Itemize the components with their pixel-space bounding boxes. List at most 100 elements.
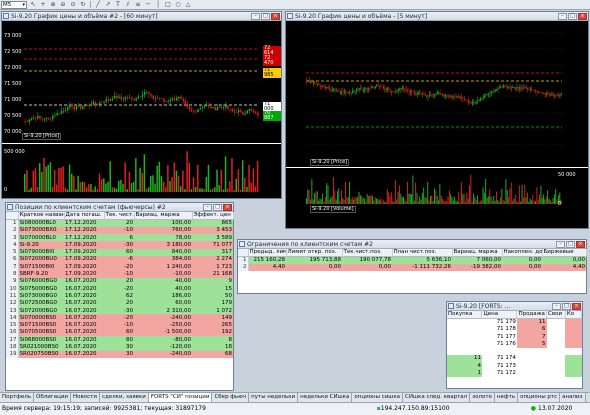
close-button[interactable]: ×: [578, 13, 587, 20]
workspace-tab[interactable]: анализ: [560, 393, 586, 402]
position-row[interactable]: 12 Si072500BG0 16.07.2020 20 60,00 179: [6, 299, 233, 308]
window-title[interactable]: Позиции по клиентским счетам (фьючерсы) …: [6, 203, 233, 212]
vline-tool-icon[interactable]: │: [154, 1, 162, 9]
magnet-icon[interactable]: ⊙: [69, 1, 77, 9]
candle-body: [214, 107, 216, 111]
chart-window-5min[interactable]: Si-9.20 График цены и объёма - [5 минут]…: [285, 11, 589, 229]
volume-bar: [252, 168, 255, 192]
close-button[interactable]: ×: [572, 303, 581, 310]
rect-tool-icon[interactable]: □: [164, 1, 172, 9]
workspace-tab[interactable]: недельки СИшка: [298, 393, 353, 402]
position-row[interactable]: 4 Si-9.20 17.09.2020 -30 3 180,00 71 077: [6, 241, 233, 249]
ellipse-tool-icon[interactable]: ○: [174, 1, 182, 9]
orderbook-row[interactable]: 11 71 174: [447, 354, 582, 363]
volume-chart[interactable]: 500 000 0: [2, 144, 281, 198]
cursor-icon[interactable]: ↖: [29, 1, 37, 9]
position-row[interactable]: 13 Si072000BG0 16.07.2020 -30 2 310,00 1 072: [6, 307, 233, 315]
maximize-button[interactable]: □: [562, 303, 571, 310]
position-row[interactable]: 15 Si071500BS0 16.07.2020 -10 -250,00 265: [6, 321, 233, 329]
channel-tool-icon[interactable]: ⫽: [124, 1, 132, 9]
triangle-tool-icon[interactable]: △: [184, 1, 192, 9]
position-row[interactable]: 18 SR021000BS0 16.07.2020 30 -120,00 18: [6, 343, 233, 351]
maximize-button[interactable]: □: [261, 13, 270, 20]
net-position: -20: [104, 285, 134, 293]
maximize-button[interactable]: □: [568, 13, 577, 20]
orderbook-row[interactable]: 4 71 173: [447, 362, 582, 370]
orderbook-window[interactable]: Si-9.20 [FORTS: ... – □ × Покупка Цена Про…: [446, 301, 583, 389]
position-row[interactable]: 2 Si073000BX0 17.12.2020 -10 760,00 3 453: [6, 226, 233, 235]
position-row[interactable]: 9 Si076000BG0 16.07.2020 20 40,00 9: [6, 277, 233, 286]
close-button[interactable]: ×: [271, 13, 280, 20]
workspace-tab[interactable]: сделки, заявки: [99, 393, 149, 402]
price-chart[interactable]: Si-9.20 [Price]: [286, 21, 588, 167]
position-row[interactable]: 3 Si070000BL0 17.12.2020 6 78,00 3 589: [6, 234, 233, 242]
refresh-icon[interactable]: ↻: [79, 1, 87, 9]
limit-row[interactable]: 2 4,40 0,00 0,00 -1 111 732,26 -19 382,00 0,00…: [238, 263, 586, 272]
workspace-tab[interactable]: путы недельки: [249, 393, 299, 402]
position-row[interactable]: 10 Si075000BG0 16.07.2020 -20 40,00 15: [6, 285, 233, 293]
volume-bar: [68, 164, 71, 192]
zoom-out-icon[interactable]: ⊖: [59, 1, 67, 9]
minimize-button[interactable]: –: [556, 241, 565, 248]
candle-body: [338, 90, 340, 93]
close-button[interactable]: ×: [576, 241, 585, 248]
orderbook-row[interactable]: 71 179 11: [447, 318, 582, 326]
price-chart[interactable]: 73 000 72 500 72 000 71 500 71 000 70 50…: [2, 21, 281, 143]
orderbook-row[interactable]: 71 178 6: [447, 325, 582, 334]
maximize-button[interactable]: □: [566, 241, 575, 248]
position-row[interactable]: 16 Si070500BS0 16.07.2020 60 -1 500,00 192: [6, 328, 233, 337]
candle-body: [465, 99, 467, 101]
window-title[interactable]: Si-9.20 График цены и объёма - [5 минут]…: [286, 12, 588, 21]
workspace-tab[interactable]: Облигации: [34, 393, 72, 402]
candle-body: [550, 94, 552, 96]
minimize-button[interactable]: –: [203, 204, 212, 211]
workspace-tab[interactable]: золото: [470, 393, 495, 402]
workspace-tab[interactable]: Новости: [71, 393, 100, 402]
workspace-tab[interactable]: опционы сишка: [352, 393, 404, 402]
workspace-tab[interactable]: Сбер фьюч: [212, 393, 250, 402]
line-tool-icon[interactable]: ╱: [94, 1, 102, 9]
volume-chart[interactable]: Si-9.20 [Volume] 50 000 0: [286, 168, 588, 228]
orderbook-row[interactable]: [447, 348, 582, 355]
minimize-button[interactable]: –: [552, 303, 561, 310]
position-row[interactable]: 17 Si068000BS0 16.07.2020 80 -80,00 8: [6, 336, 233, 344]
limit-row[interactable]: 1 215 160,28 195 713,88 190 077,78 5 636,10 7…: [238, 256, 586, 264]
volume-bar: [514, 194, 516, 204]
chart-window-60min[interactable]: Si-9.20 График цены и объёма #2 - [60 ми…: [1, 11, 282, 199]
orderbook-row[interactable]: 71 176 5: [447, 340, 582, 348]
zoom-in-icon[interactable]: ⊕: [49, 1, 57, 9]
limits-window[interactable]: Ограничения по клиентским счетам #2 – □ …: [237, 239, 587, 294]
hline-tool-icon[interactable]: ─: [144, 1, 152, 9]
volume-bar: [310, 199, 311, 204]
position-row[interactable]: 7 Si071500BI0 17.09.2020 -20 1 240,00 1 723: [6, 263, 233, 271]
position-row[interactable]: 8 SBRF-9.20 17.09.2020 -10 -10,00 21 168: [6, 270, 233, 278]
workspace-tab[interactable]: FORTS "СИ" позиции: [148, 393, 213, 402]
close-button[interactable]: ×: [223, 204, 232, 211]
orderbook-row[interactable]: 71 177 7: [447, 333, 582, 341]
fibonacci-tool-icon[interactable]: ≡: [134, 1, 142, 9]
position-row[interactable]: 5 Si079000BI0 17.09.2020 60 840,00 317: [6, 248, 233, 256]
orderbook-row[interactable]: 1 71 172: [447, 369, 582, 377]
position-row[interactable]: 6 Si072000BU0 17.09.2020 -6 384,00 2 274: [6, 255, 233, 264]
workspace-tab[interactable]: Портфель: [0, 393, 35, 402]
minimize-button[interactable]: –: [558, 13, 567, 20]
workspace-tab[interactable]: СИшка след. квартал: [403, 393, 471, 402]
position-row[interactable]: 11 Si073000BG0 16.07.2020 62 186,00 50: [6, 292, 233, 300]
positions-window[interactable]: Позиции по клиентским счетам (фьючерсы) …: [5, 202, 234, 391]
text-tool-icon[interactable]: T: [114, 1, 122, 9]
window-title[interactable]: Si-9.20 График цены и объёма #2 - [60 ми…: [2, 12, 281, 21]
workspace-tab[interactable]: опционы ртс: [518, 393, 561, 402]
maximize-button[interactable]: □: [213, 204, 222, 211]
arrow-tool-icon[interactable]: ↗: [104, 1, 112, 9]
cross-icon[interactable]: +: [39, 1, 47, 9]
workspace-tab[interactable]: нефть: [494, 393, 519, 402]
minimize-button[interactable]: –: [251, 13, 260, 20]
window-title[interactable]: Ограничения по клиентским счетам #2 – □ …: [238, 240, 586, 249]
window-title[interactable]: Si-9.20 [FORTS: ... – □ ×: [447, 302, 582, 311]
volume-bar: [118, 180, 120, 192]
volume-bar: [188, 162, 190, 192]
position-row[interactable]: 1 Si080000BL0 17.12.2020 20 100,00 865: [6, 219, 233, 227]
timeframe-select[interactable]: M5: [1, 0, 27, 9]
position-row[interactable]: 14 Si070000BS0 16.07.2020 -20 -240,00 149: [6, 314, 233, 322]
position-row[interactable]: 19 SR020750BS0 16.07.2020 30 -240,00 68: [6, 350, 233, 359]
